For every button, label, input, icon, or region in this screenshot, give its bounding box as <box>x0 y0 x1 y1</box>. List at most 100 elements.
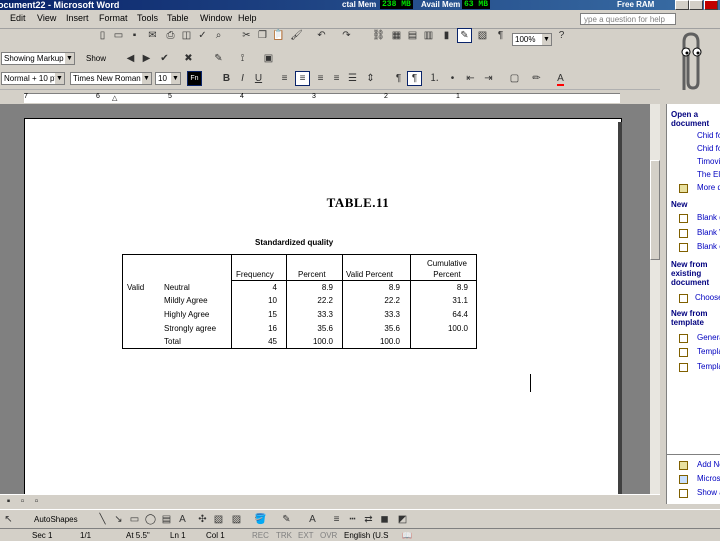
redo-icon[interactable]: ↷ <box>340 29 353 42</box>
template-link[interactable]: Templa <box>697 362 720 371</box>
rtl-icon[interactable]: ¶ <box>407 71 422 86</box>
autoshapes-menu[interactable]: AutoShapes <box>34 515 78 524</box>
menu-format[interactable]: Format <box>99 13 128 23</box>
web-view-icon[interactable]: ▫ <box>16 495 29 508</box>
arrow-style-icon[interactable]: ⇄ <box>362 513 375 526</box>
recent-file-link[interactable]: The Ele <box>697 170 720 179</box>
menu-view[interactable]: View <box>37 13 56 23</box>
fn-icon[interactable]: Fn <box>187 71 202 86</box>
line-style-icon[interactable]: ≡ <box>330 513 343 526</box>
draw-font-color-icon[interactable]: A <box>306 513 319 526</box>
underline-icon[interactable]: U <box>252 72 265 85</box>
copy-icon[interactable]: ❐ <box>256 29 269 42</box>
accept-change-icon[interactable]: ✔ <box>158 52 171 65</box>
justify-icon[interactable]: ≡ <box>330 72 343 85</box>
office-assistant-clippy-icon[interactable] <box>666 30 716 102</box>
font-color-icon[interactable]: A <box>554 72 567 86</box>
paste-icon[interactable]: 📋 <box>272 29 285 42</box>
email-icon[interactable]: ✉ <box>146 29 159 42</box>
picture-icon[interactable]: ▨ <box>230 513 243 526</box>
display-markup-select[interactable]: Showing Markup ▼ <box>1 52 75 65</box>
decrease-indent-icon[interactable]: ⇤ <box>464 72 477 85</box>
zoom-select[interactable]: 100% ▼ <box>512 33 552 46</box>
align-center-icon[interactable]: ≡ <box>295 71 310 86</box>
track-changes-icon[interactable]: ⟟ <box>236 52 249 65</box>
maximize-button[interactable] <box>689 0 703 10</box>
print-preview-icon[interactable]: ◫ <box>180 29 193 42</box>
columns-icon[interactable]: ▮ <box>440 29 453 42</box>
blank-email-link[interactable]: Blank e <box>697 242 720 251</box>
template-link[interactable]: Genera <box>697 333 720 342</box>
increase-indent-icon[interactable]: ⇥ <box>482 72 495 85</box>
font-size-select[interactable]: 10 ▼ <box>155 72 181 85</box>
clipart-icon[interactable]: ▧ <box>212 513 225 526</box>
doc-map-icon[interactable]: ▧ <box>476 29 489 42</box>
show-at-startup-checkbox[interactable] <box>679 489 688 498</box>
line-color-icon[interactable]: ✎ <box>280 513 293 526</box>
menu-window[interactable]: Window <box>200 13 232 23</box>
insert-table-icon[interactable]: ▤ <box>406 29 419 42</box>
distributed-icon[interactable]: ☰ <box>346 72 359 85</box>
numbering-icon[interactable]: ⒈ <box>428 72 441 85</box>
cut-icon[interactable]: ✂ <box>240 29 253 42</box>
choose-document-link[interactable]: Choose <box>695 293 720 302</box>
align-left-icon[interactable]: ≡ <box>278 72 291 85</box>
draw-menu-icon[interactable]: ↖ <box>2 513 15 526</box>
indent-marker-icon[interactable]: △ <box>112 94 117 102</box>
print-icon[interactable]: ⎙ <box>164 29 177 42</box>
office-online-link[interactable]: Micros <box>697 474 720 483</box>
line-spacing-icon[interactable]: ⇕ <box>364 72 377 85</box>
next-change-icon[interactable]: ▶ <box>140 52 153 65</box>
research-icon[interactable]: ⌕ <box>212 29 225 42</box>
wordart-icon[interactable]: A <box>176 513 189 526</box>
oval-tool-icon[interactable]: ◯ <box>144 513 157 526</box>
status-rec[interactable]: REC <box>252 531 269 540</box>
tables-borders-icon[interactable]: ▦ <box>390 29 403 42</box>
minimize-button[interactable] <box>675 0 689 10</box>
3d-style-icon[interactable]: ◩ <box>396 513 409 526</box>
print-layout-icon[interactable]: ▫ <box>30 495 43 508</box>
menu-help[interactable]: Help <box>238 13 257 23</box>
previous-change-icon[interactable]: ◀ <box>124 52 137 65</box>
insert-comment-icon[interactable]: ✎ <box>212 52 225 65</box>
recent-file-link[interactable]: Chid fo <box>697 131 720 140</box>
more-documents-link[interactable]: More do <box>697 183 720 192</box>
arrow-tool-icon[interactable]: ↘ <box>112 513 125 526</box>
drawing-icon[interactable]: ✎ <box>457 28 472 43</box>
horizontal-scrollbar[interactable]: ▪ ▫ ▫ <box>0 494 660 509</box>
menu-table[interactable]: Table <box>167 13 189 23</box>
help-icon[interactable]: ? <box>555 29 568 42</box>
style-select[interactable]: Normal + 10 pt ▼ <box>1 72 65 85</box>
menu-insert[interactable]: Insert <box>66 13 89 23</box>
add-network-place-link[interactable]: Add Ne <box>697 460 720 469</box>
ruler-track[interactable]: 7 6 △ 5 4 3 2 1 <box>24 93 620 103</box>
undo-icon[interactable]: ↶ <box>315 29 328 42</box>
rectangle-tool-icon[interactable]: ▭ <box>128 513 141 526</box>
show-hide-icon[interactable]: ¶ <box>494 29 507 42</box>
fill-color-icon[interactable]: 🪣 <box>254 513 267 526</box>
recent-file-link[interactable]: Chid fo <box>697 144 720 153</box>
format-painter-icon[interactable]: 🖌 <box>290 29 303 42</box>
highlight-icon[interactable]: ✏ <box>530 72 543 85</box>
borders-icon[interactable]: ▢ <box>508 72 521 85</box>
bullets-icon[interactable]: • <box>446 72 459 85</box>
status-ovr[interactable]: OVR <box>320 531 337 540</box>
menu-edit[interactable]: Edit <box>10 13 26 23</box>
shadow-style-icon[interactable]: ◼ <box>378 513 391 526</box>
normal-view-icon[interactable]: ▪ <box>2 495 15 508</box>
open-folder-icon[interactable]: ▭ <box>112 29 125 42</box>
font-select[interactable]: Times New Roman ▼ <box>70 72 152 85</box>
reviewing-pane-icon[interactable]: ▣ <box>262 52 275 65</box>
recent-file-link[interactable]: Timovi <box>697 157 720 166</box>
help-search-input[interactable]: ype a question for help <box>580 13 676 25</box>
ltr-icon[interactable]: ¶ <box>392 72 405 85</box>
new-doc-icon[interactable]: ▯ <box>96 29 109 42</box>
align-right-icon[interactable]: ≡ <box>314 72 327 85</box>
textbox-tool-icon[interactable]: ▤ <box>160 513 173 526</box>
save-icon[interactable]: ▪ <box>128 29 141 42</box>
show-menu-button[interactable]: Show <box>86 54 106 63</box>
blank-web-page-link[interactable]: Blank W <box>697 228 720 237</box>
spelling-icon[interactable]: ✓ <box>196 29 209 42</box>
spelling-status-icon[interactable]: 📖 <box>402 531 412 540</box>
diagram-icon[interactable]: ✣ <box>196 513 209 526</box>
